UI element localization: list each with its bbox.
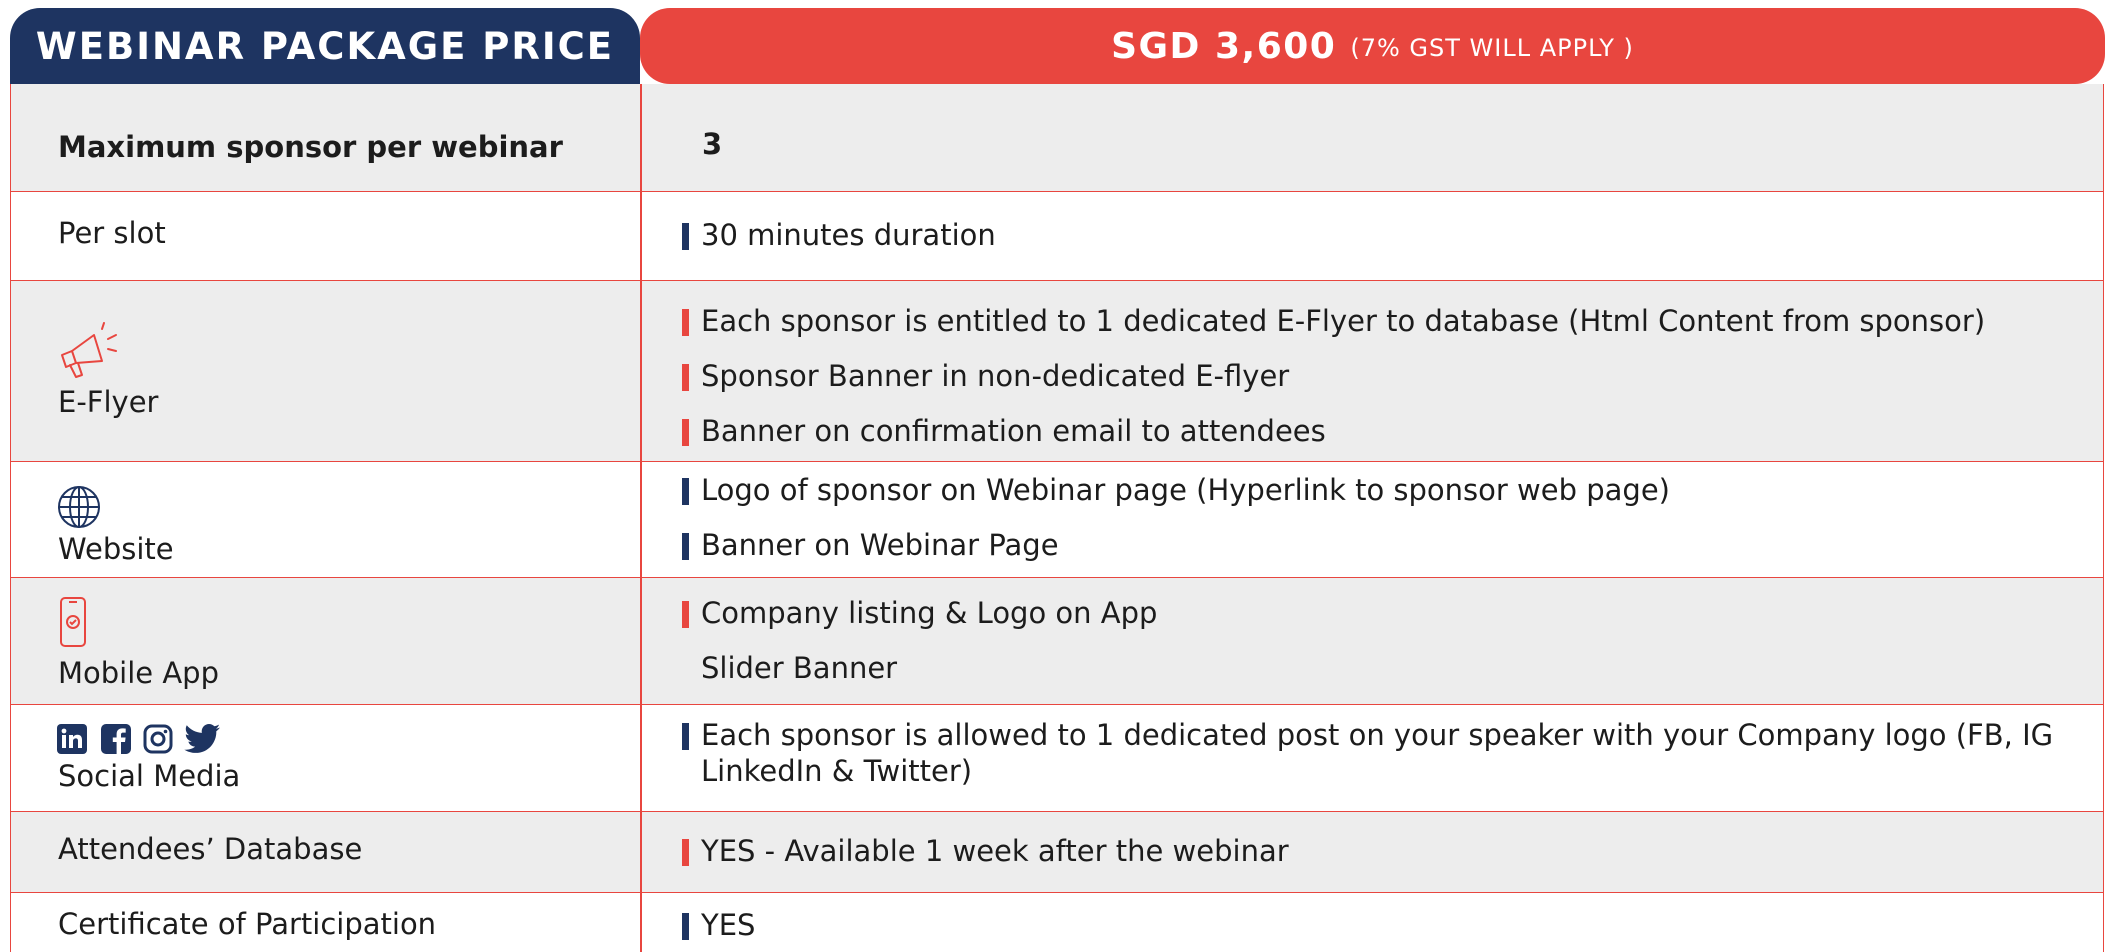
row-bg-social-media: Social Media Each sponsor is allowed to …	[10, 705, 2104, 812]
package-price: SGD 3,600	[1111, 25, 1337, 67]
row-bg-attendees-database: Attendees’ Database YES - Available 1 we…	[10, 812, 2104, 893]
row-label-website: Website	[58, 532, 174, 566]
row-value-mobile-app-1: Company listing & Logo on App	[701, 596, 1158, 630]
twitter-icon	[184, 724, 220, 753]
bullet-bar	[682, 364, 689, 391]
column-divider	[640, 812, 642, 892]
column-divider	[640, 893, 642, 952]
bullet-bar	[682, 913, 689, 940]
megaphone-icon	[61, 322, 117, 378]
facebook-icon	[101, 724, 131, 754]
row-value-social-media: Each sponsor is allowed to 1 dedicated p…	[701, 718, 2054, 788]
row-bg-website: Website Logo of sponsor on Webinar page …	[10, 462, 2104, 578]
gst-note: (7% GST WILL APPLY )	[1350, 34, 1634, 62]
row-label-social-media: Social Media	[58, 759, 241, 793]
column-divider	[640, 462, 642, 577]
row-bg-certificate: Certificate of Participation YES	[10, 893, 2104, 952]
column-divider	[640, 84, 642, 191]
row-label-attendees-database: Attendees’ Database	[58, 832, 363, 866]
row-value-max-sponsor: 3	[702, 127, 723, 161]
row-bg-per-slot: Per slot 30 minutes duration	[10, 192, 2104, 281]
row-bg-max-sponsor: Maximum sponsor per webinar 3	[10, 84, 2104, 192]
package-title: WEBINAR PACKAGE PRICE	[10, 8, 640, 84]
package-title-text: WEBINAR PACKAGE PRICE	[35, 24, 615, 68]
bullet-bar	[682, 533, 689, 560]
row-value-attendees-database: YES - Available 1 week after the webinar	[701, 834, 1289, 868]
linkedin-icon	[57, 724, 87, 754]
row-label-mobile-app: Mobile App	[58, 656, 220, 690]
row-value-website-1: Logo of sponsor on Webinar page (Hyperli…	[701, 473, 1670, 507]
bullet-bar	[682, 478, 689, 505]
instagram-icon	[143, 724, 173, 754]
bullet-bar	[682, 601, 689, 628]
row-label-certificate: Certificate of Participation	[58, 907, 437, 941]
bullet-bar	[682, 723, 689, 750]
bullet-bar	[682, 839, 689, 866]
row-bg-mobile-app: Mobile App Company listing & Logo on App…	[10, 578, 2104, 705]
mobile-phone-icon	[60, 597, 86, 647]
column-divider	[640, 578, 642, 704]
row-value-per-slot: 30 minutes duration	[701, 218, 996, 252]
bullet-bar	[682, 419, 689, 446]
globe-icon	[58, 486, 100, 528]
bullet-bar	[682, 223, 689, 250]
column-divider	[640, 192, 642, 280]
row-bg-e-flyer: E-Flyer Each sponsor is entitled to 1 de…	[10, 281, 2104, 462]
package-price-banner: SGD 3,600 (7% GST WILL APPLY )	[640, 8, 2105, 84]
bullet-bar	[682, 309, 689, 336]
row-value-e-flyer-3: Banner on confirmation email to attendee…	[701, 414, 1326, 448]
row-value-e-flyer-1: Each sponsor is entitled to 1 dedicated …	[701, 304, 1986, 338]
row-value-mobile-app-2: Slider Banner	[701, 651, 898, 685]
column-divider	[640, 705, 642, 811]
row-label-e-flyer: E-Flyer	[58, 385, 159, 419]
row-label-per-slot: Per slot	[58, 216, 166, 250]
row-value-e-flyer-2: Sponsor Banner in non-dedicated E-flyer	[701, 359, 1290, 393]
row-value-website-2: Banner on Webinar Page	[701, 528, 1059, 562]
column-divider	[640, 281, 642, 461]
sponsorship-package-card: WEBINAR PACKAGE PRICE SGD 3,600 (7% GST …	[0, 0, 2111, 952]
row-label-max-sponsor: Maximum sponsor per webinar	[58, 130, 563, 164]
row-value-certificate: YES	[701, 908, 756, 942]
